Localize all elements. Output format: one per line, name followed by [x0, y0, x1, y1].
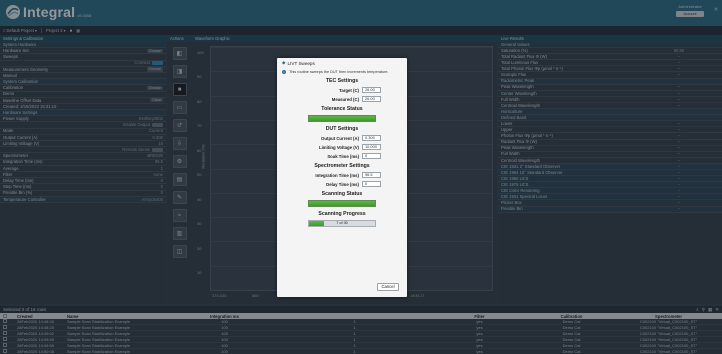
soak-time-field: Soak Time (ms) 0	[277, 153, 407, 159]
limiting-voltage-input[interactable]: 10.000	[362, 144, 381, 150]
delay-time-input[interactable]: 0	[362, 181, 381, 187]
info-icon: i	[282, 70, 286, 74]
limiting-voltage-label: Limiting Voltage (V)	[318, 144, 359, 150]
measured-input: 26.00	[362, 96, 381, 102]
delay-time-label: Delay Time (ms)	[326, 181, 359, 187]
measured-label: Measured (C)	[331, 96, 359, 102]
integration-time-label: Integration Time (ms)	[315, 172, 359, 178]
scanning-progress-title: Scanning Progress	[318, 211, 366, 217]
scanning-status-title: Scanning Status	[321, 191, 363, 197]
tolerance-status-title: Tolerance Status	[321, 106, 363, 112]
dialog-title: ◆ LIVT Sweeps	[277, 58, 407, 68]
output-current-field: Output Current (A) 0.300	[277, 135, 407, 141]
target-field: Target (C) 26.00	[277, 87, 407, 93]
livt-sweeps-dialog: ◆ LIVT Sweeps i This routine sweeps the …	[277, 58, 407, 297]
integration-time-input[interactable]: 96.5	[362, 172, 381, 178]
measured-field: Measured (C) 26.00	[277, 96, 407, 102]
limiting-voltage-field: Limiting Voltage (V) 10.000	[277, 144, 407, 150]
scanning-status-bar	[308, 200, 376, 207]
dialog-info-text: This routine sweeps the DUT then increme…	[289, 70, 389, 74]
soak-time-input[interactable]: 0	[362, 153, 381, 159]
progress-text: 7 of 30	[336, 221, 348, 225]
cancel-button[interactable]: Cancel	[377, 283, 399, 291]
delay-time-field: Delay Time (ms) 0	[277, 181, 407, 187]
tolerance-status-bar	[308, 115, 376, 122]
spectrometer-settings-title: Spectrometer Settings	[314, 163, 370, 169]
target-label: Target (C)	[339, 87, 359, 93]
dut-settings-title: DUT Settings	[325, 126, 359, 132]
output-current-label: Output Current (A)	[321, 135, 359, 141]
scanning-progress-bar: 7 of 30	[308, 220, 376, 227]
output-current-input[interactable]: 0.300	[362, 135, 381, 141]
dialog-title-icon: ◆	[282, 60, 286, 65]
dialog-title-text: LIVT Sweeps	[287, 60, 315, 66]
integration-time-field: Integration Time (ms) 96.5	[277, 172, 407, 178]
soak-time-label: Soak Time (ms)	[327, 153, 359, 159]
dialog-info: i This routine sweeps the DUT then incre…	[277, 70, 407, 74]
target-input[interactable]: 26.00	[362, 87, 381, 93]
tec-settings-title: TEC Settings	[325, 78, 359, 84]
